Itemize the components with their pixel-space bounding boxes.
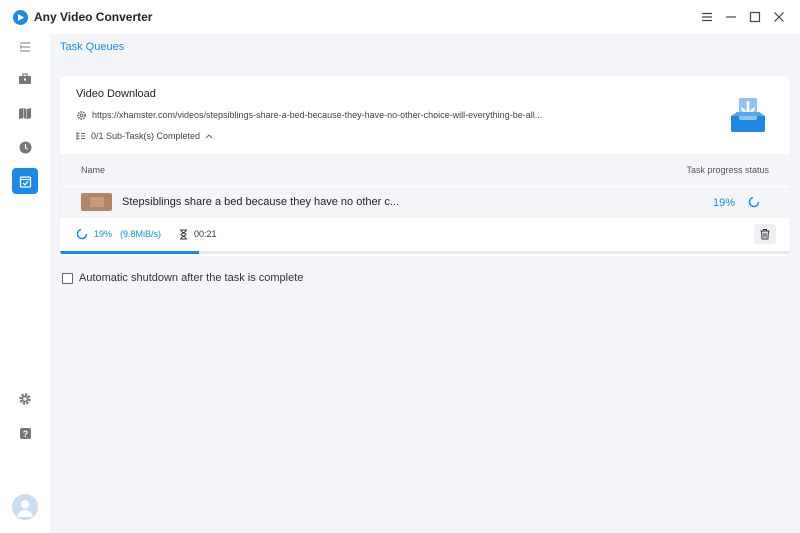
- trash-icon: [760, 229, 770, 240]
- maximize-button[interactable]: [746, 8, 764, 26]
- user-avatar[interactable]: [12, 494, 38, 520]
- auto-shutdown-checkbox[interactable]: [62, 272, 73, 284]
- task-table-header: Name Task progress status: [60, 154, 790, 186]
- main-panel: Task Queues Video Download https://xhams…: [50, 34, 800, 533]
- loading-spinner-icon: [748, 196, 760, 208]
- progress-percent: 19%: [94, 229, 113, 239]
- sidebar-item-settings[interactable]: [12, 386, 38, 412]
- sidebar-item-task-queues[interactable]: [12, 168, 38, 194]
- task-url-row: https://xhamster.com/videos/stepsiblings…: [76, 108, 542, 122]
- chevron-up-icon: [205, 134, 213, 139]
- app-title: Any Video Converter: [34, 10, 153, 24]
- delete-task-button[interactable]: [754, 224, 776, 244]
- task-card: Video Download https://xhamster.com/vide…: [60, 76, 790, 256]
- maximize-icon: [749, 11, 761, 23]
- close-icon: [774, 12, 784, 22]
- page-title: Task Queues: [60, 41, 125, 53]
- hourglass-icon: [180, 229, 188, 239]
- subtasks-label: 0/1 Sub-Task(s) Completed: [91, 131, 201, 141]
- close-button[interactable]: [770, 8, 788, 26]
- user-avatar-icon: [17, 500, 33, 517]
- svg-text:?: ?: [22, 429, 28, 439]
- minimize-icon: [726, 16, 736, 18]
- sidebar-item-toolbox[interactable]: [12, 66, 38, 92]
- task-row[interactable]: Stepsiblings share a bed because they ha…: [60, 186, 790, 218]
- elapsed-time: 00:21: [194, 229, 217, 239]
- task-url: https://xhamster.com/videos/stepsiblings…: [92, 110, 543, 120]
- help-icon: ?: [19, 427, 31, 439]
- progress-spinner-icon: [76, 228, 88, 240]
- minimize-button[interactable]: [722, 8, 740, 26]
- menu-button[interactable]: [698, 8, 716, 26]
- settings-icon: [19, 393, 31, 405]
- sidebar-item-history[interactable]: [12, 134, 38, 160]
- auto-shutdown-label: Automatic shutdown after the task is com…: [79, 272, 304, 284]
- progress-bar: [60, 251, 790, 254]
- progress-bar-fill: [60, 251, 199, 254]
- column-status-header: Task progress status: [686, 165, 769, 175]
- toolbox-icon: [19, 73, 31, 84]
- task-percent: 19%: [712, 197, 735, 209]
- sidebar-collapse-button[interactable]: [12, 34, 38, 60]
- sidebar-item-help[interactable]: ?: [12, 420, 38, 446]
- subtasks-toggle[interactable]: 0/1 Sub-Task(s) Completed: [76, 129, 213, 143]
- history-clock-icon: [19, 141, 31, 153]
- video-download-icon: [731, 98, 765, 132]
- subtask-list-icon: [76, 132, 85, 140]
- column-name-header: Name: [81, 165, 106, 175]
- download-speed: (9.8MiB/s): [120, 229, 162, 239]
- sidebar: ?: [0, 34, 50, 533]
- auto-shutdown-option[interactable]: Automatic shutdown after the task is com…: [62, 271, 303, 285]
- map-icon: [19, 108, 31, 119]
- collapse-menu-icon: [19, 42, 30, 52]
- video-thumbnail: [81, 193, 112, 211]
- title-bar: Any Video Converter: [0, 0, 800, 34]
- task-name: Stepsiblings share a bed because they ha…: [122, 196, 400, 208]
- task-card-title: Video Download: [76, 88, 156, 100]
- hamburger-icon: [702, 12, 712, 22]
- app-logo-icon: [13, 10, 28, 25]
- task-queue-icon: [19, 175, 31, 188]
- link-gear-icon: [77, 110, 86, 120]
- sidebar-item-map[interactable]: [12, 100, 38, 126]
- progress-info: 19% (9.8MiB/s) 00:21: [76, 227, 217, 241]
